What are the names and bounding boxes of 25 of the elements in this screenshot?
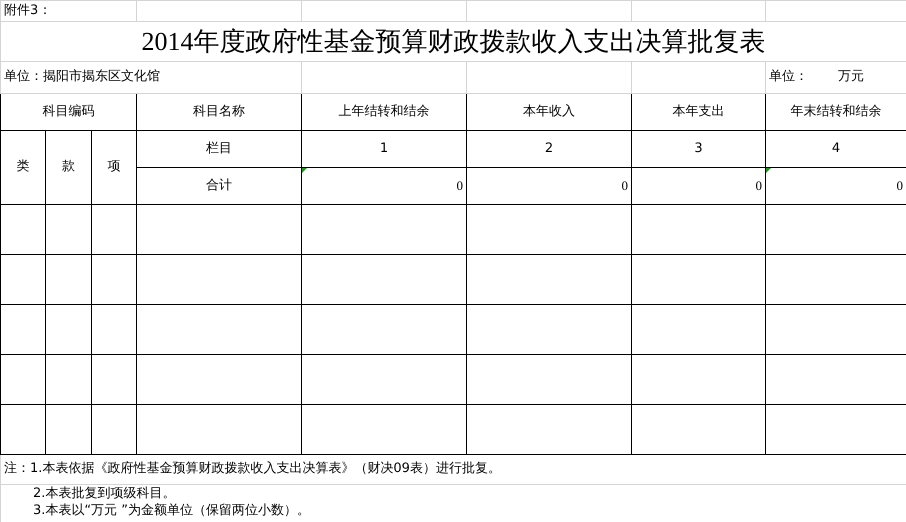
unit-value: 万元 <box>838 69 864 84</box>
note-text: 3.本表以“万元 ”为金额单位（保留两位小数）。 <box>33 502 312 518</box>
header-cell: 项 <box>92 130 136 204</box>
table-cell: 0 <box>766 167 906 204</box>
table-title: 2014年度政府性基金预算财政拨款收入支出决算批复表 <box>0 21 906 61</box>
table-cell: 0 <box>302 167 466 204</box>
attachment-label: 附件3： <box>0 0 136 21</box>
table-cell: 0 <box>632 167 766 204</box>
note-text: 注：1.本表依据《政府性基金预算财政拨款收入支出决算表》（财决09表）进行批复。 <box>0 454 906 484</box>
table-cell: 0 <box>466 167 632 204</box>
column-number: 3 <box>632 130 766 167</box>
header-cell: 款 <box>46 130 92 204</box>
note-text: 2.本表批复到项级科目。 <box>33 485 176 502</box>
unit-caption: 单位： <box>769 69 808 84</box>
header-cell: 科目名称 <box>136 93 302 130</box>
row-label: 合计 <box>136 167 302 204</box>
header-cell: 科目编码 <box>0 93 136 130</box>
row-label: 栏目 <box>136 130 302 167</box>
header-cell: 本年收入 <box>466 93 632 130</box>
header-cell: 类 <box>0 130 46 204</box>
column-number: 1 <box>302 130 466 167</box>
column-number: 2 <box>466 130 632 167</box>
header-cell: 上年结转和结余 <box>302 93 466 130</box>
unit-label: 单位：揭阳市揭东区文化馆 <box>0 61 302 93</box>
header-cell: 本年支出 <box>632 93 766 130</box>
